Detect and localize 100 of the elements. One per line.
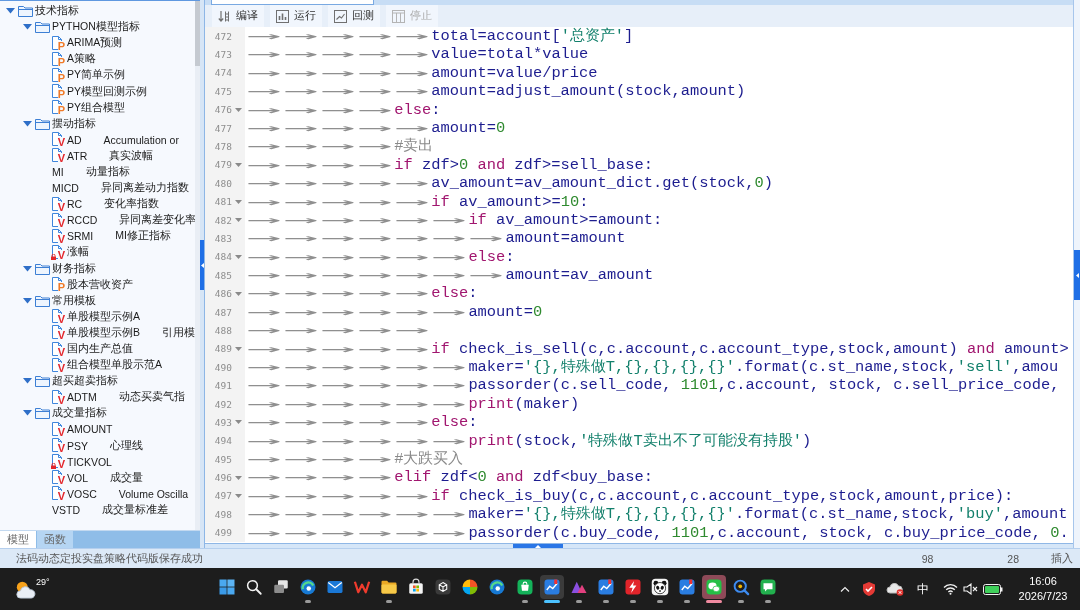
line-number: 482 — [213, 214, 232, 226]
indicator-name[interactable]: PY组合模型 — [67, 100, 125, 115]
indicator-name[interactable]: 涨幅 — [67, 245, 89, 260]
indicator-name[interactable]: PY模型回测示例 — [67, 84, 147, 99]
folder-label[interactable]: 成交量指标 — [52, 406, 107, 421]
folder-label[interactable]: 常用模板 — [52, 293, 96, 308]
input-method-indicator[interactable]: 中 — [917, 580, 929, 598]
fold-arrow-icon[interactable] — [235, 218, 242, 223]
indicator-name[interactable]: ATR — [67, 149, 88, 162]
formula-file-icon: V — [52, 132, 64, 148]
folder-label[interactable]: 超买超卖指标 — [52, 374, 118, 389]
indicator-name[interactable]: AMOUNT — [67, 423, 113, 436]
caret-down-icon[interactable] — [23, 265, 32, 272]
indicator-name[interactable]: 单股模型示例B — [67, 325, 140, 340]
cloud-error-icon[interactable] — [886, 582, 904, 596]
indicator-name[interactable]: A策略 — [67, 52, 96, 67]
tab-markers: →→→→→ — [246, 63, 431, 83]
wifi-icon[interactable] — [943, 583, 958, 595]
scrollbar-thumb[interactable] — [195, 1, 200, 66]
shield-icon[interactable] — [861, 581, 877, 597]
indicator-name[interactable]: 股本营收资产 — [67, 277, 133, 292]
fold-arrow-icon[interactable] — [235, 493, 242, 498]
indicator-name[interactable]: ARIMA预测 — [67, 36, 123, 51]
status-field: 98 — [921, 552, 934, 565]
indicator-name[interactable]: 组合模型单股示范A — [67, 358, 162, 373]
indicator-name[interactable]: PSY — [67, 439, 88, 452]
weather-temperature[interactable]: 29° — [36, 577, 50, 587]
toolbar-button[interactable]: 编译 — [212, 5, 264, 27]
line-number: 486 — [213, 288, 232, 300]
tab-markers: →→→→→ — [246, 118, 431, 137]
line-number: 477 — [213, 122, 232, 134]
collapse-handle[interactable] — [513, 544, 563, 548]
fold-arrow-icon[interactable] — [235, 346, 242, 351]
status-message: 法码动态定投实盘策略代码版保存成功 — [16, 551, 203, 566]
toolbar-button[interactable]: 运行 — [270, 5, 322, 27]
caret-down-icon[interactable] — [23, 24, 32, 31]
chart-app-icon[interactable] — [539, 575, 564, 599]
caret-down-icon[interactable] — [23, 297, 32, 304]
status-field: 28 — [1007, 552, 1019, 565]
formula-file-icon: V — [52, 325, 64, 341]
indicator-name[interactable]: VOL — [67, 471, 88, 484]
indicator-name[interactable]: SRMI — [67, 230, 94, 243]
folder-icon — [35, 21, 50, 34]
splitter-handle[interactable] — [1074, 250, 1080, 300]
panel-tab[interactable]: 模型 — [0, 531, 37, 548]
fold-arrow-icon[interactable] — [235, 162, 242, 167]
formula-file-icon: V — [52, 470, 64, 486]
line-number: 497 — [213, 490, 232, 502]
clock-time[interactable]: 16:06 — [1029, 574, 1057, 589]
code-line: amount=value/price — [431, 63, 598, 82]
folder-label[interactable]: PYTHON模型指标 — [52, 20, 140, 35]
fold-arrow-icon[interactable] — [235, 107, 242, 112]
tab-markers: →→→→→→ — [246, 394, 468, 414]
indicator-name[interactable]: TICKVOL — [67, 455, 112, 468]
indicator-name[interactable]: 国内生产总值 — [67, 342, 133, 356]
folder-label[interactable]: 摆动指标 — [52, 116, 96, 131]
indicator-description: Accumulation or — [103, 133, 179, 146]
code-line: passorder(c.sell_code, 1101,c.account, stock, c.sell_price_code, — [468, 376, 1060, 395]
fold-arrow-icon[interactable] — [235, 475, 242, 480]
tab-markers: →→→→ — [246, 137, 393, 156]
chevron-up-icon[interactable] — [840, 586, 850, 592]
tab-markers: →→→→→→→ — [246, 229, 505, 248]
line-number: 473 — [213, 49, 232, 61]
indicator-name[interactable]: AD — [67, 133, 82, 146]
caret-down-icon[interactable] — [23, 378, 32, 385]
folder-label[interactable]: 财务指标 — [52, 261, 96, 276]
toolbar-button[interactable]: 回测 — [328, 5, 380, 27]
fold-arrow-icon[interactable] — [235, 254, 242, 259]
formula-file-icon: V — [52, 341, 64, 357]
indicator-name[interactable]: VOSC — [67, 487, 97, 500]
indicator-description: 真实波幅 — [109, 148, 154, 163]
line-number: 495 — [213, 453, 232, 465]
indicator-name[interactable]: RC — [67, 198, 83, 211]
indicator-name[interactable]: 单股模型示例A — [67, 309, 140, 324]
indicator-name[interactable]: PY简单示例 — [67, 68, 125, 83]
clock-date[interactable]: 2026/7/23 — [1018, 589, 1068, 604]
indicator-name[interactable]: MICD — [52, 182, 79, 195]
speaker-muted-icon[interactable] — [963, 583, 978, 595]
indicator-description: 动态买卖气指 — [118, 390, 185, 405]
indicator-name[interactable]: ADTM — [67, 391, 97, 404]
splitter-handle[interactable] — [200, 240, 204, 290]
caret-down-icon[interactable] — [6, 8, 15, 15]
caret-down-icon[interactable] — [23, 410, 32, 417]
folder-label[interactable]: 技术指标 — [35, 4, 79, 19]
indicator-name[interactable]: VSTD — [52, 503, 80, 516]
fold-arrow-icon[interactable] — [235, 199, 242, 204]
bar-chart-icon — [276, 9, 289, 23]
indicator-name[interactable]: MI — [52, 166, 64, 178]
indicator-name[interactable]: RCCD — [67, 214, 98, 227]
line-number: 496 — [213, 472, 232, 484]
tab-markers: →→→→→→ — [246, 302, 468, 322]
tab-markers: →→→→ — [246, 468, 393, 487]
sun-cloud-icon[interactable] — [14, 579, 36, 599]
fold-arrow-icon[interactable] — [235, 420, 242, 425]
tab-markers: →→→→→ — [246, 45, 431, 64]
fold-arrow-icon[interactable] — [235, 291, 242, 296]
chat-bubbles-icon[interactable] — [702, 575, 727, 599]
panel-tab[interactable]: 函数 — [37, 531, 74, 548]
caret-down-icon[interactable] — [23, 120, 32, 127]
battery-icon[interactable] — [983, 583, 1003, 595]
